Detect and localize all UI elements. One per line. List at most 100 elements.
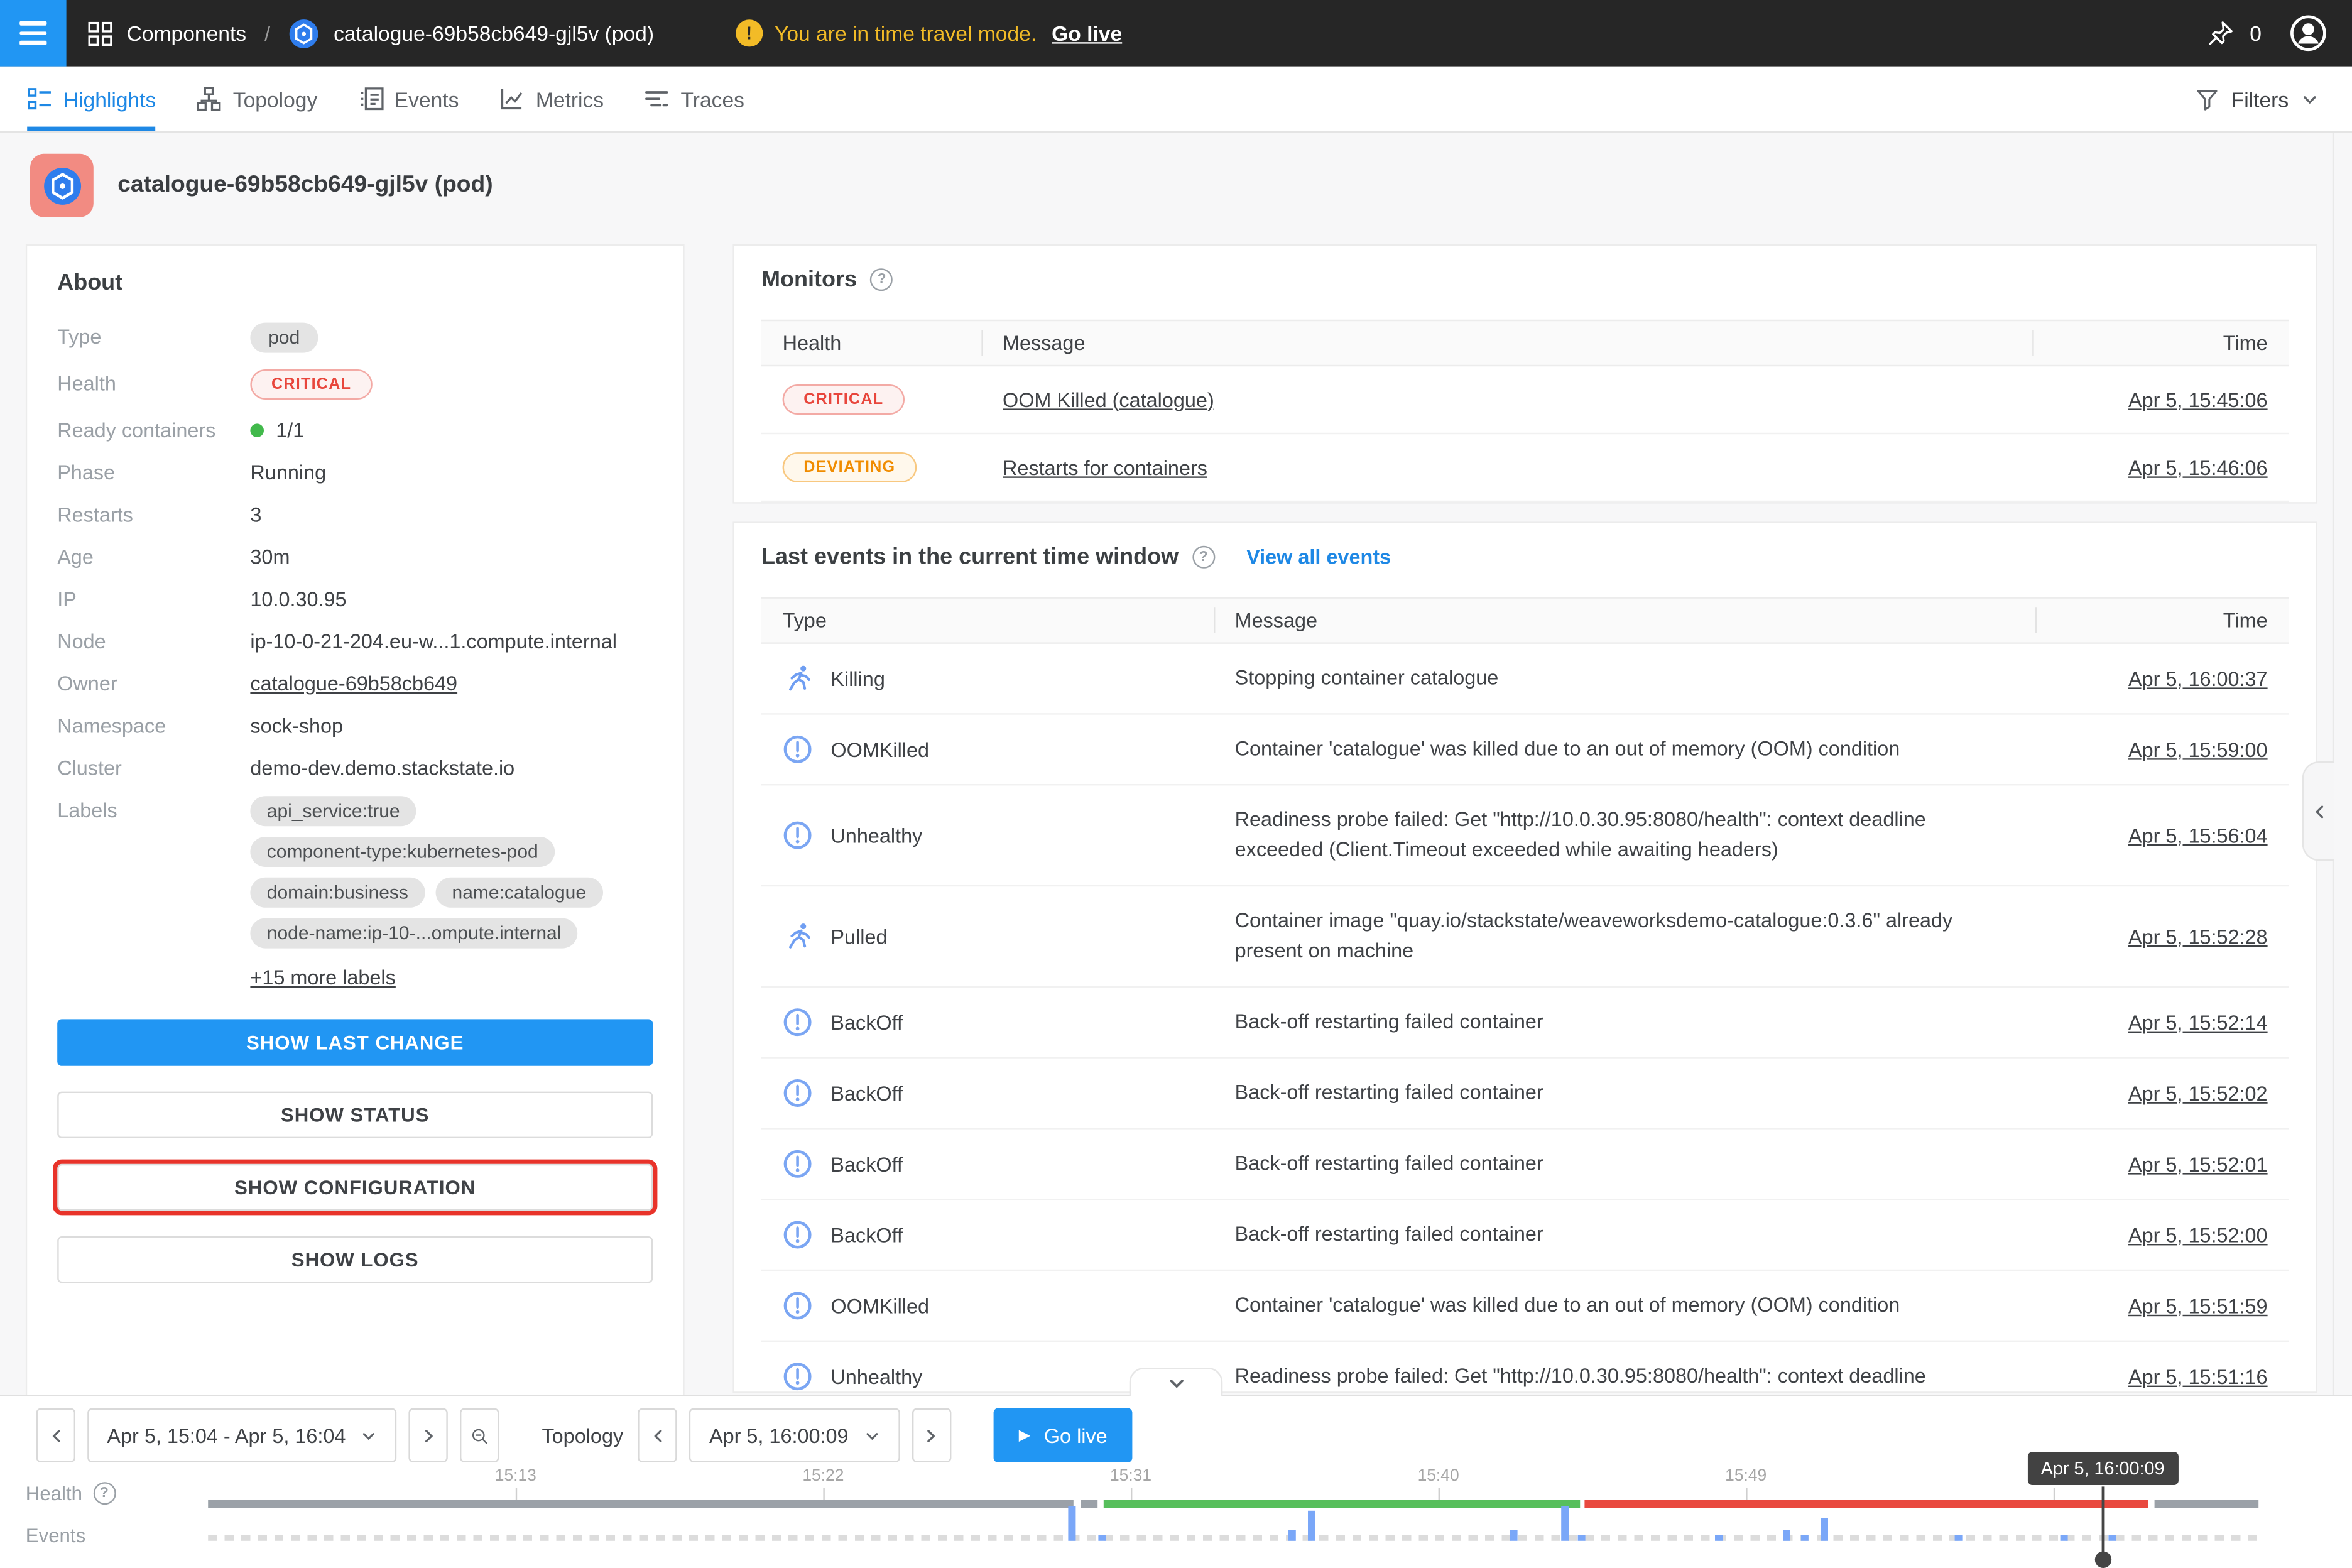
monitor-time-cell: Apr 5, 15:45:06 (2032, 370, 2289, 429)
menu-button[interactable] (0, 0, 67, 67)
more-labels-link[interactable]: +15 more labels (250, 966, 653, 989)
health-timeline-segment (1585, 1500, 2148, 1508)
event-time-link[interactable]: Apr 5, 15:59:00 (2128, 738, 2268, 761)
event-type-cell: Killing (761, 644, 1214, 713)
events-card: Last events in the current time window V… (732, 521, 2317, 1393)
events-rows: KillingStopping container catalogueApr 5… (761, 644, 2289, 1393)
about-row-node: Nodeip-10-0-21-204.eu-w...1.compute.inte… (57, 627, 653, 653)
event-time-cell: Apr 5, 15:51:59 (2035, 1275, 2289, 1336)
event-type-cell: OOMKilled (761, 1271, 1214, 1340)
help-icon[interactable] (871, 268, 893, 291)
event-type-cell: BackOff (761, 1200, 1214, 1269)
monitors-heading: Monitors (761, 267, 857, 293)
event-time-link[interactable]: Apr 5, 15:52:14 (2128, 1011, 2268, 1033)
hamburger-icon (19, 21, 46, 25)
monitor-time-link[interactable]: Apr 5, 15:45:06 (2128, 388, 2268, 411)
timeline-track[interactable]: 15:1315:2215:3115:4015:49Apr 5, 16:00:09 (208, 1467, 2258, 1568)
field-value: 3 (250, 501, 261, 526)
event-time-link[interactable]: Apr 5, 16:00:37 (2128, 667, 2268, 690)
field-label: Type (57, 323, 250, 349)
topology-prev-button[interactable] (638, 1408, 677, 1462)
go-live-button[interactable]: Go live (993, 1408, 1133, 1462)
event-type-cell: Unhealthy (761, 800, 1214, 869)
event-time-link[interactable]: Apr 5, 15:52:01 (2128, 1153, 2268, 1175)
column-header-message: Message (981, 321, 2032, 365)
tab-topology[interactable]: Topology (197, 67, 317, 131)
event-time-link[interactable]: Apr 5, 15:56:04 (2128, 824, 2268, 847)
alert-icon (783, 820, 813, 851)
help-icon[interactable] (93, 1482, 116, 1505)
event-type-cell: OOMKilled (761, 715, 1214, 784)
monitor-time-link[interactable]: Apr 5, 15:46:06 (2128, 456, 2268, 479)
tab-metrics[interactable]: Metrics (499, 67, 604, 131)
field-value: ip-10-0-21-204.eu-w...1.compute.internal (250, 627, 617, 653)
highlights-icon (27, 86, 53, 112)
show-status-button[interactable]: SHOW STATUS (57, 1092, 653, 1138)
event-timeline-bar (1562, 1506, 1569, 1541)
show-logs-button[interactable]: SHOW LOGS (57, 1236, 653, 1283)
tab-label: Traces (681, 87, 744, 111)
event-type-cell: BackOff (761, 1059, 1214, 1128)
column-header-time: Time (2035, 599, 2289, 643)
zoom-out-button[interactable] (460, 1408, 499, 1462)
time-range-dropdown[interactable]: Apr 5, 15:04 - Apr 5, 16:04 (87, 1408, 397, 1462)
event-time-link[interactable]: Apr 5, 15:51:16 (2128, 1365, 2268, 1388)
view-all-events-link[interactable]: View all events (1246, 546, 1391, 569)
events-icon (358, 86, 384, 112)
prev-time-range-button[interactable] (36, 1408, 75, 1462)
event-time-cell: Apr 5, 16:00:37 (2035, 648, 2289, 709)
monitor-link[interactable]: OOM Killed (catalogue) (1003, 388, 1214, 411)
field-label: Node (57, 627, 250, 653)
breadcrumb-components[interactable]: Components (127, 21, 247, 45)
main-content: catalogue-69b58cb649-gjl5v (pod) About T… (0, 133, 2352, 1420)
alert-icon (783, 1220, 813, 1250)
label-pill: name:catalogue (435, 878, 602, 908)
app-window: Components / catalogue-69b58cb649-gjl5v … (0, 0, 2352, 1568)
monitor-link[interactable]: Restarts for containers (1003, 456, 1207, 479)
event-time-link[interactable]: Apr 5, 15:52:02 (2128, 1082, 2268, 1104)
about-row-phase: PhaseRunning (57, 459, 653, 484)
event-timeline-bar (1802, 1535, 1809, 1541)
event-time-link[interactable]: Apr 5, 15:52:28 (2128, 925, 2268, 947)
next-time-range-button[interactable] (409, 1408, 448, 1462)
breadcrumb: Components / catalogue-69b58cb649-gjl5v … (87, 18, 654, 49)
time-travel-banner: ! You are in time travel mode. Go live (736, 19, 1123, 46)
event-timeline-bar (1510, 1530, 1518, 1541)
events-timeline-baseline (208, 1535, 2258, 1541)
event-message-cell: Back-off restarting failed container (1214, 1200, 2035, 1269)
time-marker-handle[interactable] (2094, 1552, 2111, 1568)
owner-link[interactable]: catalogue-69b58cb649 (250, 670, 457, 695)
event-time-link[interactable]: Apr 5, 15:51:59 (2128, 1294, 2268, 1317)
go-live-link[interactable]: Go live (1052, 21, 1122, 45)
collapse-timeline-handle[interactable] (1130, 1368, 1223, 1396)
pins-button[interactable]: 0 (2206, 18, 2262, 48)
label-pill: api_service:true (250, 796, 416, 826)
about-row-labels: Labelsapi_service:truecomponent-type:kub… (57, 796, 653, 989)
tab-traces[interactable]: Traces (645, 67, 744, 131)
user-avatar[interactable] (2289, 14, 2328, 53)
pin-count: 0 (2250, 21, 2262, 45)
event-row: UnhealthyReadiness probe failed: Get "ht… (761, 785, 2289, 886)
tab-highlights[interactable]: Highlights (27, 67, 156, 131)
event-type-label: OOMKilled (830, 738, 929, 761)
filters-button[interactable]: Filters (2162, 67, 2352, 131)
timeline-tick-label: 15:31 (1110, 1467, 1152, 1485)
green-status-dot (250, 423, 264, 437)
field-label: IP (57, 585, 250, 611)
show-configuration-button[interactable]: SHOW CONFIGURATION (57, 1164, 653, 1211)
event-time-link[interactable]: Apr 5, 15:52:00 (2128, 1224, 2268, 1246)
topology-time-dropdown[interactable]: Apr 5, 16:00:09 (690, 1408, 900, 1462)
tab-label: Highlights (63, 87, 156, 111)
event-type-label: BackOff (830, 1224, 903, 1246)
topology-next-button[interactable] (912, 1408, 950, 1462)
about-row-ip: IP10.0.30.95 (57, 585, 653, 611)
about-row-cluster: Clusterdemo-dev.demo.stackstate.io (57, 754, 653, 780)
help-icon[interactable] (1192, 546, 1215, 569)
about-actions: SHOW LAST CHANGE SHOW STATUS SHOW CONFIGUR… (57, 1019, 653, 1283)
events-table-header: Type Message Time (761, 597, 2289, 643)
tab-events[interactable]: Events (358, 67, 459, 131)
event-row: OOMKilledContainer 'catalogue' was kille… (761, 715, 2289, 786)
about-card: About TypepodHealthCRITICALReady contain… (26, 244, 685, 1420)
expand-right-panel-handle[interactable] (2302, 761, 2334, 861)
show-last-change-button[interactable]: SHOW LAST CHANGE (57, 1019, 653, 1065)
